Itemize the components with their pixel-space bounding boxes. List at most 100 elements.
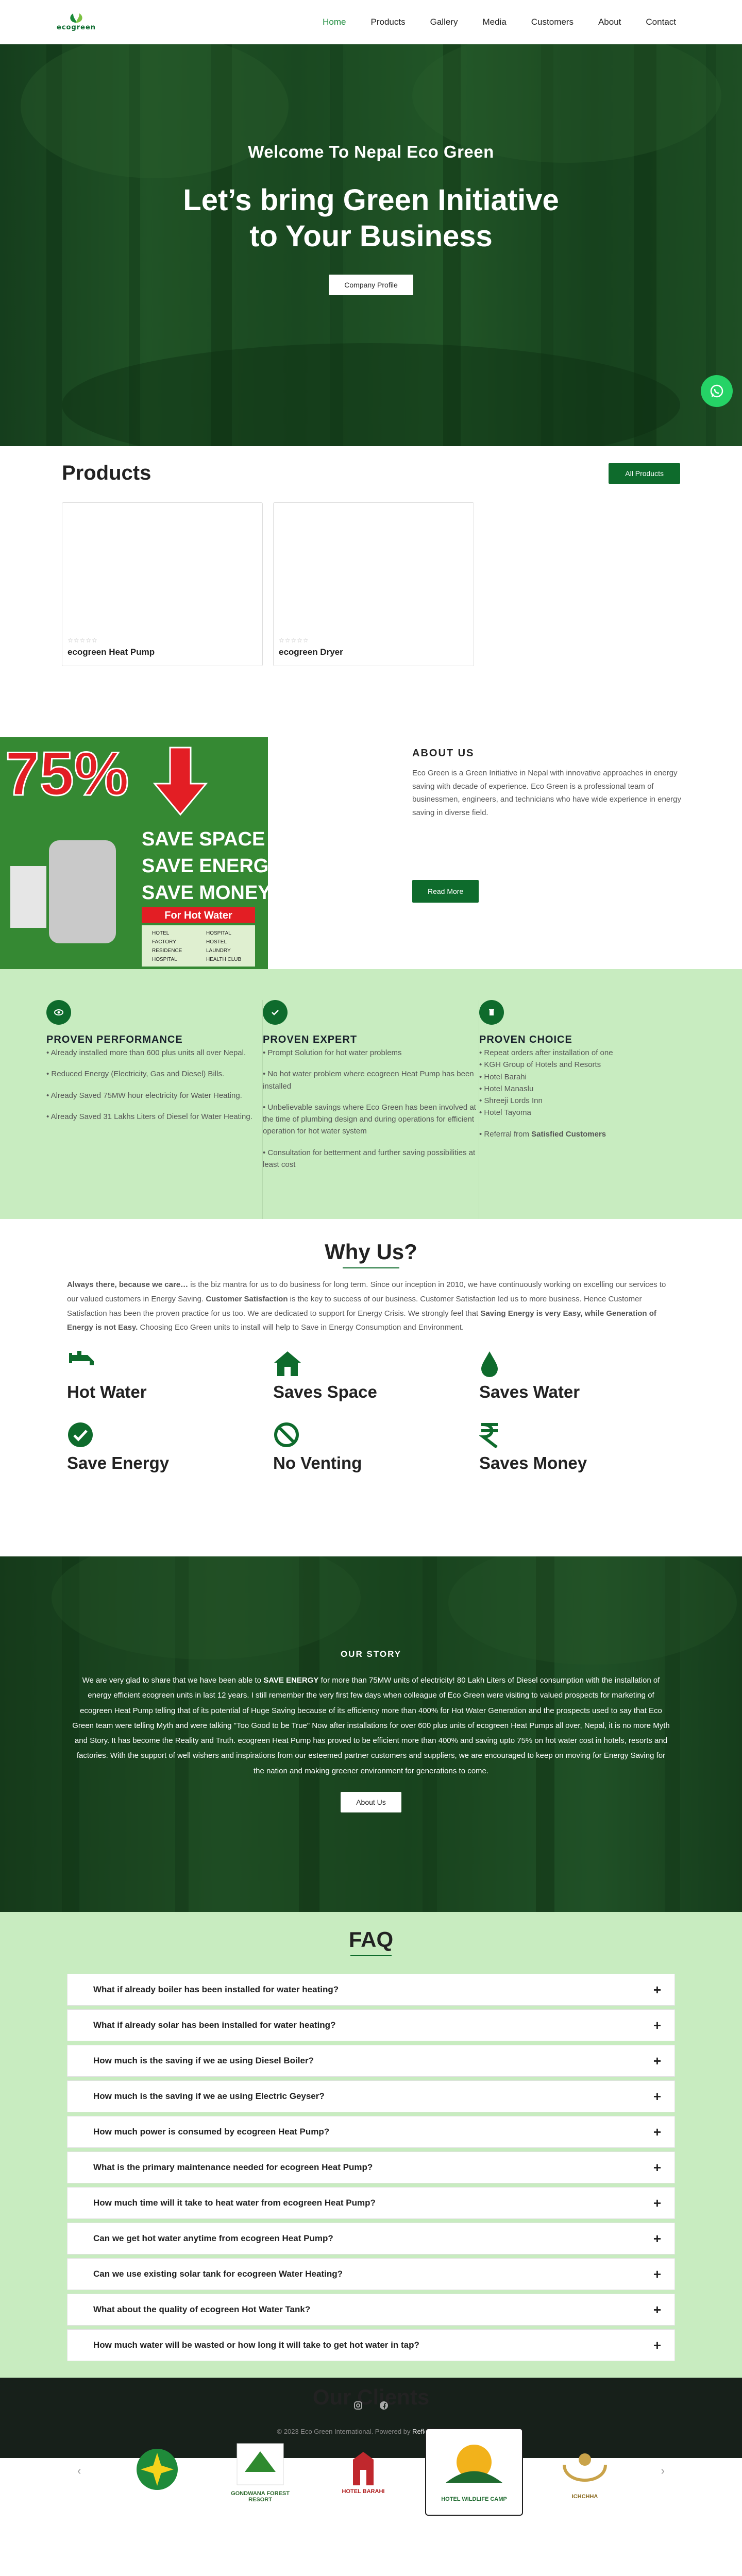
check-circle-icon [67, 1420, 273, 1449]
promo-line3: SAVE MONEY [142, 882, 268, 904]
client-logo: HOTEL BARAHI [322, 2433, 404, 2511]
faq-item[interactable]: What is the primary maintenance needed f… [67, 2151, 675, 2183]
facebook-icon[interactable] [379, 2401, 389, 2410]
all-products-button[interactable]: All Products [609, 463, 680, 484]
water-drop-icon [479, 1349, 685, 1378]
svg-text:RESIDENCE: RESIDENCE [152, 948, 182, 954]
social-links [353, 2401, 389, 2410]
feature-proven-choice: PROVEN CHOICE • Repeat orders after inst… [479, 1000, 696, 1219]
feature-item: • Referral from Satisfied Customers [479, 1129, 606, 1139]
check-icon [263, 1000, 288, 1025]
faq-item[interactable]: What about the quality of ecogreen Hot W… [67, 2294, 675, 2326]
feature-item: • Already installed more than 600 plus u… [46, 1048, 246, 1057]
products-section: Products All Products ☆☆☆☆☆ ecogreen Hea… [0, 446, 742, 737]
about-us-button[interactable]: About Us [341, 1791, 401, 1812]
feature-item: • Shreeji Lords Inn [479, 1096, 543, 1105]
why-paragraph: Always there, because we care… is the bi… [67, 1280, 666, 1332]
plus-icon[interactable]: + [653, 2266, 661, 2282]
chevron-left-icon[interactable]: ‹ [77, 2464, 81, 2478]
house-icon [273, 1349, 479, 1378]
why-item: Saves Space [273, 1349, 479, 1402]
plus-icon[interactable]: + [653, 2160, 661, 2176]
feature-item: • Already Saved 31 Lakhs Liters of Diese… [46, 1112, 252, 1121]
whatsapp-icon [710, 384, 723, 398]
hero-title-line2: to Your Business [249, 219, 493, 253]
faq-item[interactable]: How much water will be wasted or how lon… [67, 2329, 675, 2361]
why-item: No Venting [273, 1420, 479, 1473]
faq-item[interactable]: How much time will it take to heat water… [67, 2187, 675, 2219]
top-nav: ecogreen Home Products Gallery Media Cus… [0, 0, 742, 44]
company-profile-button[interactable]: Company Profile [329, 275, 413, 296]
nav-customers[interactable]: Customers [531, 14, 574, 30]
promo-tag: For Hot Water [164, 910, 232, 921]
why-item: Saves Water [479, 1349, 685, 1402]
faq-item[interactable]: Can we get hot water anytime from ecogre… [67, 2223, 675, 2255]
plus-icon[interactable]: + [653, 2089, 661, 2105]
why-item: Hot Water [67, 1349, 273, 1402]
about-section: 75% SAVE SPACE SAVE ENERGY SAVE MONEY Fo… [0, 737, 742, 969]
faq-item[interactable]: What if already boiler has been installe… [67, 1974, 675, 2006]
chevron-right-icon[interactable]: › [661, 2464, 665, 2478]
faq-item[interactable]: How much power is consumed by ecogreen H… [67, 2116, 675, 2148]
svg-text:FACTORY: FACTORY [152, 939, 176, 945]
about-paragraph: Eco Green is a Green Initiative in Nepal… [412, 769, 681, 817]
feature-proven-performance: PROVEN PERFORMANCE • Already installed m… [46, 1000, 263, 1219]
feature-item: • Unbelievable savings where Eco Green h… [263, 1103, 476, 1136]
plus-icon[interactable]: + [653, 2302, 661, 2318]
logo[interactable]: ecogreen [57, 12, 96, 31]
svg-text:HEALTH CLUB: HEALTH CLUB [206, 957, 241, 962]
nav-contact[interactable]: Contact [646, 14, 676, 30]
faq-item[interactable]: How much is the saving if we ae using Di… [67, 2045, 675, 2077]
nav-products[interactable]: Products [371, 14, 406, 30]
plus-icon[interactable]: + [653, 2124, 661, 2140]
plus-icon[interactable]: + [653, 2231, 661, 2247]
product-name[interactable]: ecogreen Heat Pump [68, 647, 155, 657]
feature-item: • Hotel Barahi [479, 1072, 527, 1081]
main-menu: Home Products Gallery Media Customers Ab… [323, 14, 676, 30]
faq-item[interactable]: How much is the saving if we ae using El… [67, 2080, 675, 2112]
nav-home[interactable]: Home [323, 14, 346, 30]
nav-media[interactable]: Media [482, 14, 506, 30]
nav-gallery[interactable]: Gallery [430, 14, 458, 30]
why-item-label: Saves Water [479, 1382, 580, 1401]
about-text: ABOUT US Eco Green is a Green Initiative… [412, 748, 683, 903]
trash-icon [479, 1000, 504, 1025]
faq-list: What if already boiler has been installe… [67, 1974, 675, 2361]
nav-about[interactable]: About [598, 14, 621, 30]
why-item: Save Energy [67, 1420, 273, 1473]
feature-item: • Already Saved 75MW hour electricity fo… [46, 1091, 242, 1100]
client-logo: HOTEL WILDLIFE CAMP [425, 2428, 523, 2516]
features-section: PROVEN PERFORMANCE • Already installed m… [0, 969, 742, 1219]
plus-icon[interactable]: + [653, 2195, 661, 2211]
feature-item: • Repeat orders after installation of on… [479, 1048, 613, 1057]
faq-item[interactable]: What if already solar has been installed… [67, 2009, 675, 2041]
story-paragraph: We are very glad to share that we have b… [72, 1676, 670, 1775]
story-content: OUR STORY We are very glad to share that… [72, 1649, 670, 1812]
instagram-icon[interactable] [353, 2401, 363, 2410]
plus-icon[interactable]: + [653, 2337, 661, 2353]
feature-title: PROVEN EXPERT [263, 1034, 358, 1045]
promo-line1: SAVE SPACE [142, 828, 265, 850]
svg-text:HOSPITAL: HOSPITAL [152, 957, 177, 962]
svg-text:LAUNDRY: LAUNDRY [206, 948, 231, 954]
story-heading: OUR STORY [340, 1649, 402, 1659]
whatsapp-button[interactable] [701, 375, 733, 407]
faq-item[interactable]: Can we use existing solar tank for ecogr… [67, 2258, 675, 2290]
rupee-icon [479, 1420, 685, 1449]
client-logo: ICHCHHA [544, 2433, 626, 2511]
read-more-button[interactable]: Read More [412, 880, 479, 903]
plus-icon[interactable]: + [653, 1982, 661, 1998]
product-card[interactable]: ☆☆☆☆☆ ecogreen Heat Pump [62, 502, 263, 666]
product-name[interactable]: ecogreen Dryer [279, 647, 343, 657]
feature-title: PROVEN PERFORMANCE [46, 1034, 183, 1045]
svg-text:HOSTEL: HOSTEL [206, 939, 227, 945]
feature-title: PROVEN CHOICE [479, 1034, 572, 1045]
why-item-label: Saves Money [479, 1453, 587, 1472]
product-card[interactable]: ☆☆☆☆☆ ecogreen Dryer [273, 502, 474, 666]
plus-icon[interactable]: + [653, 2018, 661, 2033]
why-item-label: Saves Space [273, 1382, 377, 1401]
plus-icon[interactable]: + [653, 2053, 661, 2069]
our-story-section: OUR STORY We are very glad to share that… [0, 1556, 742, 1912]
client-logo: GONDWANA FOREST RESORT [219, 2433, 301, 2511]
why-heading: Why Us? [325, 1240, 417, 1264]
